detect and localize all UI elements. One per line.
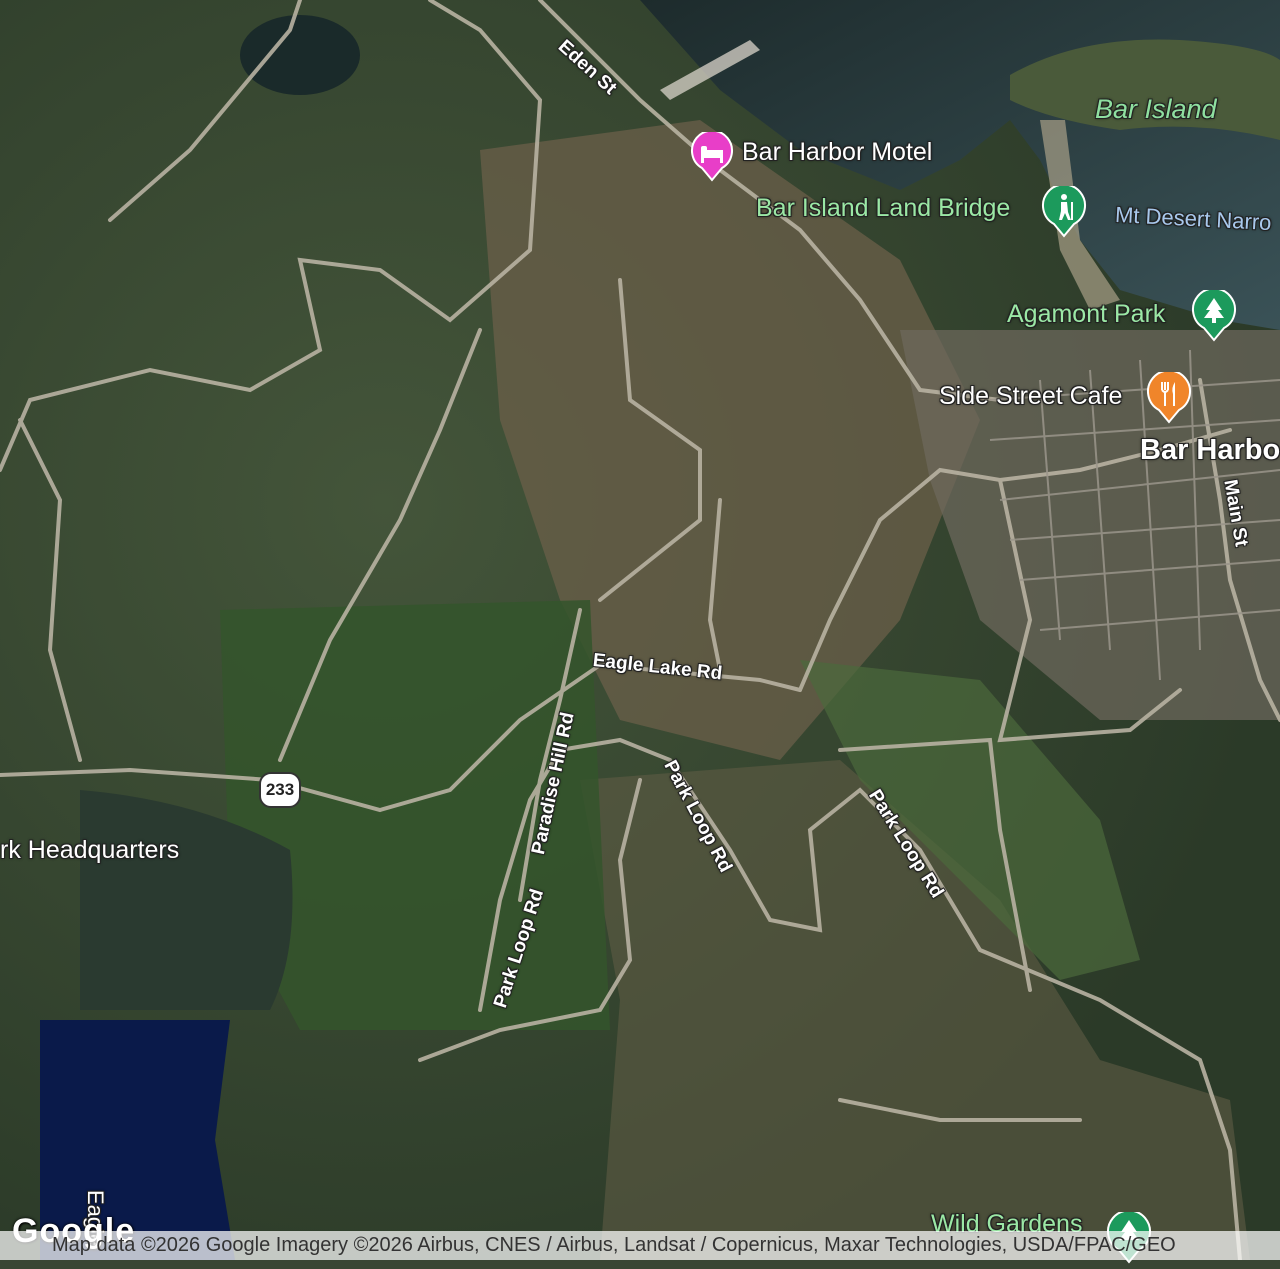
side-street-cafe-pin[interactable] bbox=[1146, 369, 1191, 424]
land-bridge-pin[interactable] bbox=[1041, 183, 1086, 238]
agamont-park-label[interactable]: Agamont Park bbox=[1007, 300, 1165, 329]
route-233-shield: 233 bbox=[259, 772, 301, 808]
bar-harbor-motel-label[interactable]: Bar Harbor Motel bbox=[742, 138, 932, 167]
map-attribution: Map data ©2026 Google Imagery ©2026 Airb… bbox=[0, 1231, 1280, 1260]
hiking-icon bbox=[1042, 183, 1086, 238]
motel-pin[interactable] bbox=[690, 129, 734, 182]
restaurant-icon bbox=[1147, 369, 1191, 424]
side-street-cafe-label[interactable]: Side Street Cafe bbox=[939, 382, 1122, 411]
bar-island-land-bridge-label[interactable]: Bar Island Land Bridge bbox=[756, 194, 1010, 223]
park-headquarters-label[interactable]: rk Headquarters bbox=[0, 836, 179, 865]
hotel-bed-icon bbox=[691, 129, 733, 182]
tree-icon bbox=[1192, 287, 1236, 342]
bar-harbor-town-label: Bar Harbo bbox=[1140, 434, 1280, 466]
satellite-map[interactable] bbox=[0, 0, 1280, 1260]
pond bbox=[240, 15, 360, 95]
bar-island-label: Bar Island bbox=[1095, 94, 1217, 124]
agamont-park-pin[interactable] bbox=[1191, 287, 1236, 342]
